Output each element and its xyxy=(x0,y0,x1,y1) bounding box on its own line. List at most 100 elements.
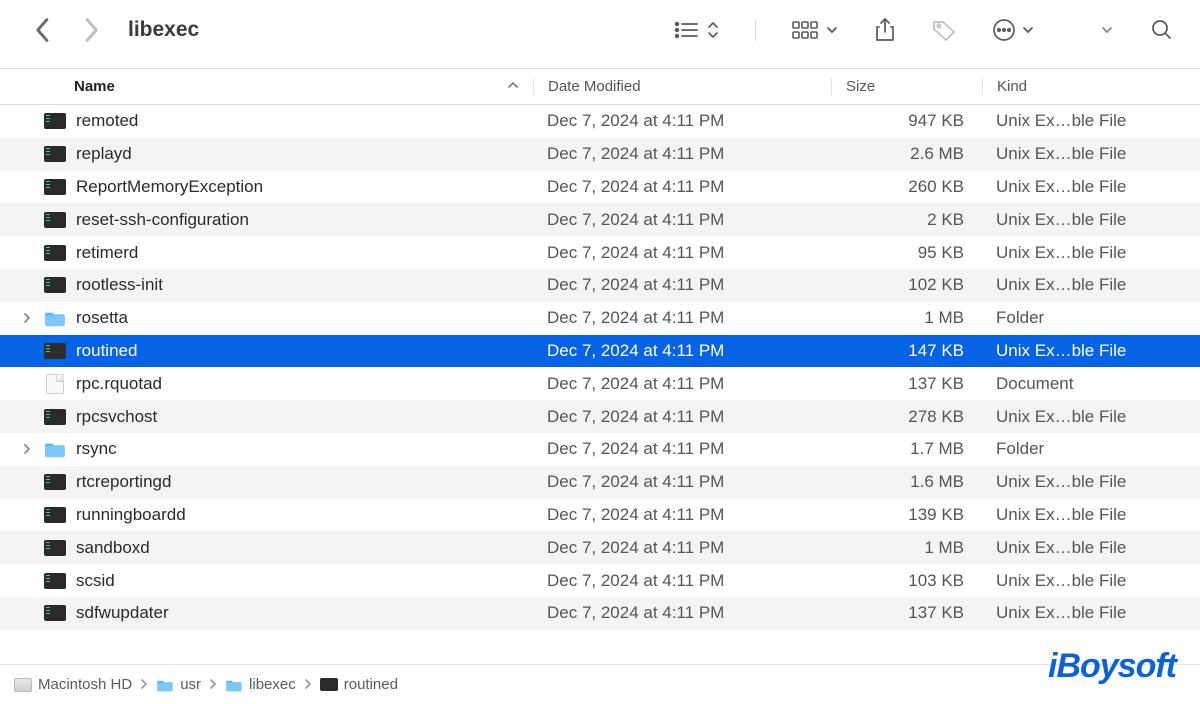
file-row[interactable]: sdfwupdaterDec 7, 2024 at 4:11 PM137 KBU… xyxy=(0,597,1200,630)
file-kind: Document xyxy=(982,374,1200,394)
file-size: 1.6 MB xyxy=(831,472,982,492)
file-date: Dec 7, 2024 at 4:11 PM xyxy=(533,472,831,492)
file-kind: Unix Ex…ble File xyxy=(982,144,1200,164)
file-size: 1.7 MB xyxy=(831,439,982,459)
file-row[interactable]: replayd Dec 7, 2024 at 4:11 PM2.6 MBUnix … xyxy=(0,138,1200,171)
file-name: rootless-init xyxy=(76,275,163,295)
group-by-icon[interactable] xyxy=(792,20,820,40)
file-name: ReportMemoryException xyxy=(76,177,263,197)
share-icon[interactable] xyxy=(874,18,896,42)
column-header-size[interactable]: Size xyxy=(831,78,982,95)
path-label: usr xyxy=(180,676,201,693)
path-label: libexec xyxy=(249,676,296,693)
path-segment[interactable]: usr xyxy=(156,676,201,693)
path-segment[interactable]: Macintosh HD xyxy=(14,676,132,693)
chevron-down-icon[interactable] xyxy=(1100,24,1114,36)
chevron-down-icon[interactable] xyxy=(1022,24,1034,36)
more-actions-icon[interactable] xyxy=(992,18,1016,42)
file-size: 2.6 MB xyxy=(831,144,982,164)
file-date: Dec 7, 2024 at 4:11 PM xyxy=(533,603,831,623)
column-header-kind[interactable]: Kind xyxy=(982,78,1200,95)
path-segment[interactable]: routined xyxy=(320,676,398,693)
disclosure-triangle-icon[interactable] xyxy=(22,308,32,328)
file-row[interactable]: remotedDec 7, 2024 at 4:11 PM947 KBUnix … xyxy=(0,105,1200,138)
file-name: replayd xyxy=(76,144,132,164)
file-name: remoted xyxy=(76,111,138,131)
folder-icon xyxy=(156,678,174,692)
column-header-date[interactable]: Date Modified xyxy=(533,78,831,95)
file-kind: Unix Ex…ble File xyxy=(982,603,1200,623)
file-date: Dec 7, 2024 at 4:11 PM xyxy=(533,144,831,164)
forward-button[interactable] xyxy=(82,17,100,43)
column-header-name[interactable]: Name xyxy=(0,78,533,95)
path-segment[interactable]: libexec xyxy=(225,676,296,693)
back-button[interactable] xyxy=(34,17,52,43)
exec-file-icon xyxy=(44,507,66,523)
path-label: routined xyxy=(344,676,398,693)
sort-ascending-icon xyxy=(507,78,519,95)
file-size: 278 KB xyxy=(831,407,982,427)
file-name: reset-ssh-configuration xyxy=(76,210,249,230)
search-icon[interactable] xyxy=(1150,18,1174,42)
chevron-right-icon xyxy=(140,676,148,693)
file-size: 102 KB xyxy=(831,275,982,295)
file-row[interactable]: rpc.rquotad Dec 7, 2024 at 4:11 PM137 KBD… xyxy=(0,367,1200,400)
column-header-name-label: Name xyxy=(74,78,115,95)
file-size: 1 MB xyxy=(831,308,982,328)
file-row[interactable]: rtcreportingdDec 7, 2024 at 4:11 PM1.6 M… xyxy=(0,466,1200,499)
exec-file-icon xyxy=(320,678,338,691)
file-date: Dec 7, 2024 at 4:11 PM xyxy=(533,177,831,197)
column-header-row: Name Date Modified Size Kind xyxy=(0,69,1200,105)
file-row[interactable]: retimerd Dec 7, 2024 at 4:11 PM95 KBUnix … xyxy=(0,236,1200,269)
file-name: scsid xyxy=(76,571,115,591)
file-date: Dec 7, 2024 at 4:11 PM xyxy=(533,374,831,394)
file-kind: Folder xyxy=(982,308,1200,328)
exec-file-icon xyxy=(44,245,66,261)
list-view-icon[interactable] xyxy=(673,20,701,40)
file-name: rpc.rquotad xyxy=(76,374,162,394)
view-sort-toggle-icon[interactable] xyxy=(707,20,719,40)
file-date: Dec 7, 2024 at 4:11 PM xyxy=(533,407,831,427)
folder-icon xyxy=(225,678,243,692)
exec-file-icon xyxy=(44,540,66,556)
file-date: Dec 7, 2024 at 4:11 PM xyxy=(533,243,831,263)
file-kind: Unix Ex…ble File xyxy=(982,177,1200,197)
toolbar: libexec xyxy=(0,0,1200,60)
file-row[interactable]: rosettaDec 7, 2024 at 4:11 PM1 MBFolder xyxy=(0,302,1200,335)
file-row[interactable]: routinedDec 7, 2024 at 4:11 PM147 KBUnix… xyxy=(0,335,1200,368)
file-row[interactable]: sandboxdDec 7, 2024 at 4:11 PM1 MBUnix E… xyxy=(0,531,1200,564)
file-name: sandboxd xyxy=(76,538,150,558)
file-row[interactable]: ReportMemoryException Dec 7, 2024 at 4:11… xyxy=(0,171,1200,204)
chevron-right-icon xyxy=(209,676,217,693)
file-kind: Unix Ex…ble File xyxy=(982,210,1200,230)
file-kind: Unix Ex…ble File xyxy=(982,538,1200,558)
file-date: Dec 7, 2024 at 4:11 PM xyxy=(533,571,831,591)
file-row[interactable]: runningboarddDec 7, 2024 at 4:11 PM139 K… xyxy=(0,499,1200,532)
file-date: Dec 7, 2024 at 4:11 PM xyxy=(533,111,831,131)
file-name: sdfwupdater xyxy=(76,603,169,623)
file-size: 139 KB xyxy=(831,505,982,525)
file-size: 2 KB xyxy=(831,210,982,230)
file-kind: Unix Ex…ble File xyxy=(982,243,1200,263)
file-name: retimerd xyxy=(76,243,138,263)
file-size: 103 KB xyxy=(831,571,982,591)
exec-file-icon xyxy=(44,146,66,162)
file-date: Dec 7, 2024 at 4:11 PM xyxy=(533,275,831,295)
file-size: 137 KB xyxy=(831,374,982,394)
chevron-down-icon[interactable] xyxy=(826,24,838,36)
file-kind: Unix Ex…ble File xyxy=(982,275,1200,295)
file-row[interactable]: scsid Dec 7, 2024 at 4:11 PM103 KBUnix Ex… xyxy=(0,564,1200,597)
file-size: 95 KB xyxy=(831,243,982,263)
file-row[interactable]: rootless-init Dec 7, 2024 at 4:11 PM102 K… xyxy=(0,269,1200,302)
file-kind: Unix Ex…ble File xyxy=(982,571,1200,591)
exec-file-icon xyxy=(44,179,66,195)
document-icon xyxy=(46,374,64,394)
file-row[interactable]: reset-ssh-configurationDec 7, 2024 at 4:… xyxy=(0,203,1200,236)
file-date: Dec 7, 2024 at 4:11 PM xyxy=(533,341,831,361)
file-row[interactable]: rsyncDec 7, 2024 at 4:11 PM1.7 MBFolder xyxy=(0,433,1200,466)
file-row[interactable]: rpcsvchostDec 7, 2024 at 4:11 PM278 KBUn… xyxy=(0,400,1200,433)
exec-file-icon xyxy=(44,277,66,293)
disclosure-triangle-icon[interactable] xyxy=(22,439,32,459)
file-date: Dec 7, 2024 at 4:11 PM xyxy=(533,439,831,459)
tag-icon[interactable] xyxy=(932,19,956,41)
